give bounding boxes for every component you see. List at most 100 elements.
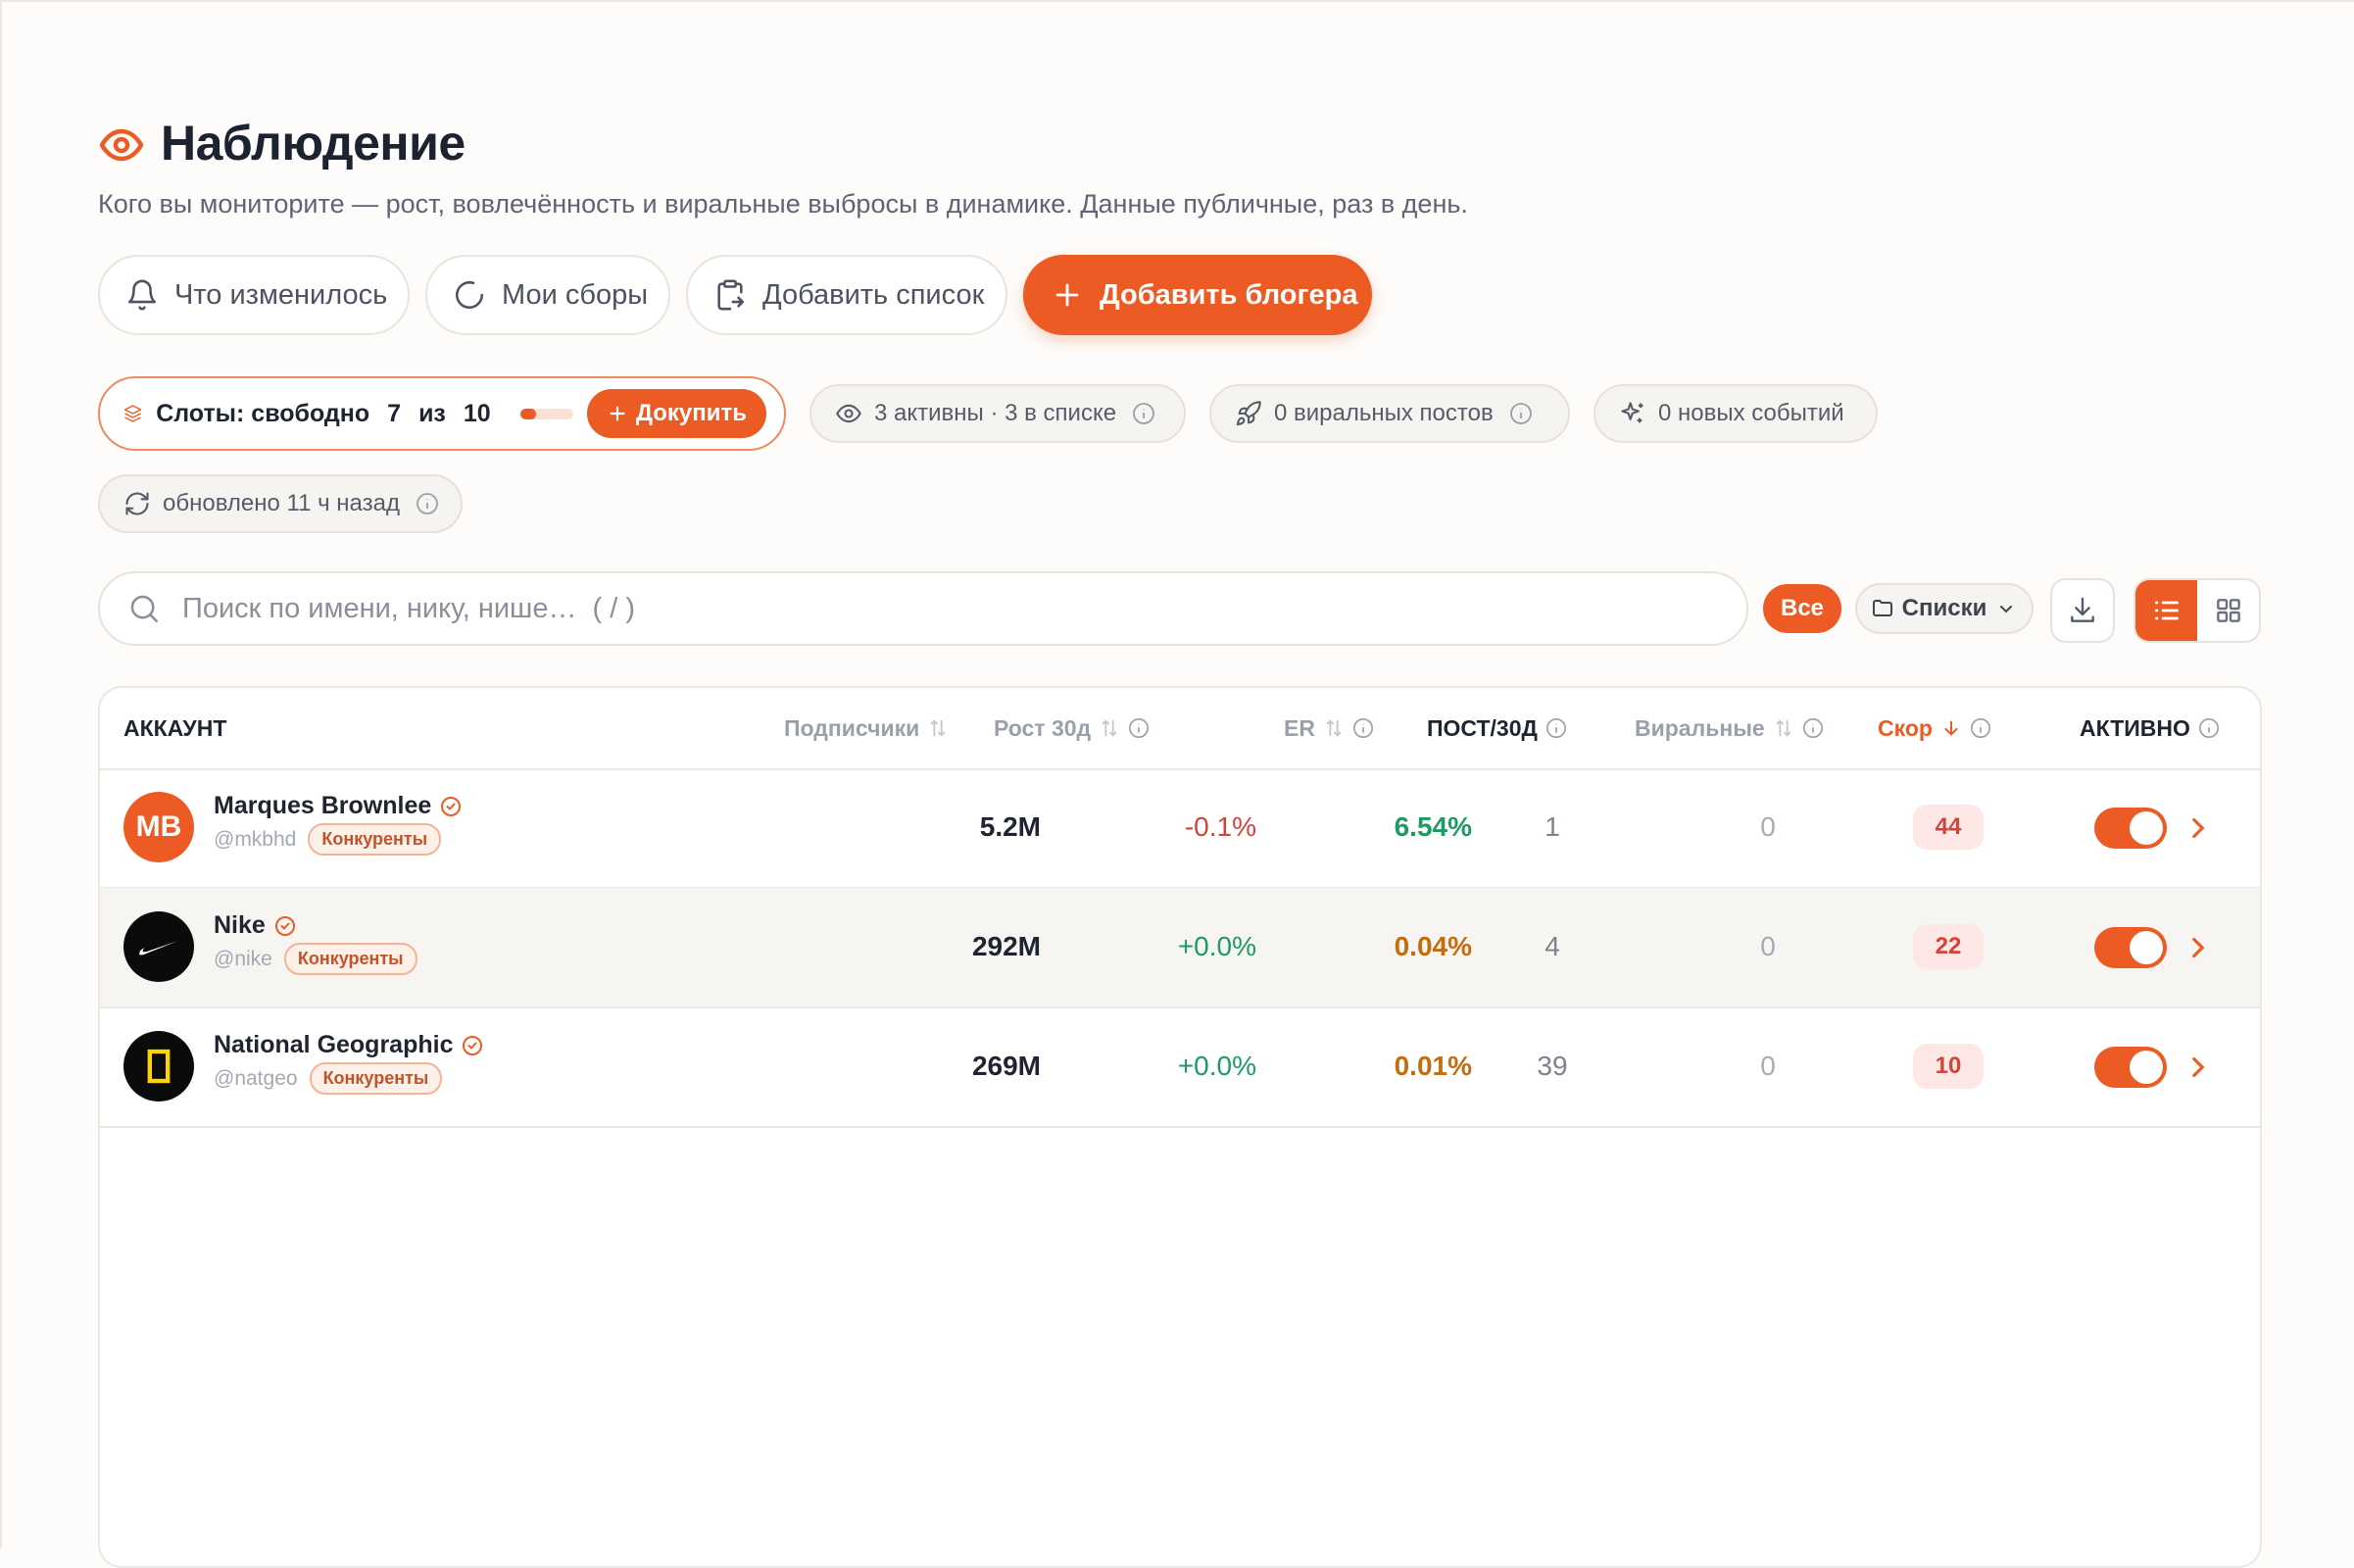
slots-progress-fill [519,408,536,419]
plus-icon [1051,278,1084,312]
clipboard-icon [713,278,747,312]
viral-value: 0 [1760,1050,1776,1081]
accounts-table: АККАУНТ Подписчики Рост 30д ER ПОСТ/30Д … [98,686,2262,1568]
posts-value: 4 [1545,930,1560,961]
info-icon[interactable] [2198,717,2220,739]
active-toggle[interactable] [2094,1047,2167,1088]
buy-slots-button[interactable]: Докупить [586,389,766,438]
search-input[interactable] [180,591,1719,626]
active-status-label: 3 активны · 3 в списке [874,400,1117,426]
col-account: АККАУНТ [123,688,226,768]
search-bar [98,571,1748,646]
slots-free: 7 [387,399,402,427]
er-value: 0.01% [1394,1050,1472,1081]
download-button[interactable] [2050,578,2115,643]
filter-all-chip[interactable]: Все [1763,584,1841,633]
account-name: Nike [214,911,297,940]
er-value: 6.54% [1394,810,1472,842]
table-header: АККАУНТ Подписчики Рост 30д ER ПОСТ/30Д … [100,688,2260,770]
account-name-text: Marques Brownlee [214,792,432,819]
add-blogger-label: Добавить блогера [1100,278,1358,311]
verified-icon [439,795,463,818]
active-toggle[interactable] [2094,808,2167,849]
col-followers-label: Подписчики [784,714,920,741]
add-list-button[interactable]: Добавить список [686,255,1007,335]
grid-view-icon [2213,595,2244,626]
download-icon [2067,595,2098,626]
col-viral[interactable]: Виральные [1635,688,1824,768]
list-view-icon [2151,595,2182,626]
score-badge: 44 [1913,804,1984,850]
col-score-label: Скор [1878,714,1933,741]
info-icon[interactable] [1545,717,1567,739]
col-score[interactable]: Скор [1878,688,1991,768]
score-cell: 10 [1899,1007,1997,1124]
sort-icon [1773,717,1794,739]
info-icon[interactable] [412,492,439,515]
eye-icon [835,400,862,427]
active-toggle[interactable] [2094,927,2167,968]
folder-icon [1871,597,1894,620]
sort-icon [1099,717,1120,739]
table-row[interactable]: National Geographic @natgeo Конкуренты 2… [100,1007,2260,1128]
account-handle: @mkbhd [214,827,297,851]
chevron-right-icon[interactable] [2182,931,2215,964]
col-account-label: АККАУНТ [123,714,227,741]
info-icon[interactable] [1128,717,1150,739]
grid-view-button[interactable] [2197,580,2259,641]
col-active-label: АКТИВНО [2080,714,2190,741]
what-changed-button[interactable]: Что изменилось [98,255,410,335]
sort-icon [927,717,949,739]
list-tag[interactable]: Конкуренты [309,1062,443,1095]
slots-progress-bar [519,408,573,419]
table-row[interactable]: MB Marques Brownlee @mkbhd Конкуренты 5.… [100,768,2260,889]
arrow-down-icon [1940,717,1962,739]
account-name-text: National Geographic [214,1031,454,1058]
account-name: Marques Brownlee [214,792,463,820]
score-badge: 10 [1913,1043,1984,1089]
info-icon[interactable] [1128,402,1155,425]
er-value: 0.04% [1394,930,1472,961]
page-title: Наблюдение [161,116,466,171]
avatar: MB [123,792,194,862]
lists-dropdown[interactable]: Списки [1855,583,2034,634]
nike-logo-icon [136,935,181,958]
table-row[interactable]: Nike @nike Конкуренты 292M +0.0% 0.04% 4… [100,888,2260,1008]
layers-icon [123,405,142,422]
list-view-button[interactable] [2135,580,2197,641]
natgeo-logo-icon [139,1047,178,1086]
page-subtitle: Кого вы мониторите — рост, вовлечённость… [98,189,1468,219]
col-viral-label: Виральные [1635,714,1765,741]
info-icon[interactable] [1802,717,1824,739]
col-followers[interactable]: Подписчики [784,688,949,768]
list-tag[interactable]: Конкуренты [283,943,417,975]
info-icon[interactable] [1352,717,1374,739]
info-icon[interactable] [1970,717,1991,739]
chevron-down-icon [1994,597,2018,620]
add-list-label: Добавить список [762,278,985,311]
score-badge: 22 [1913,923,1984,969]
loader-icon [453,278,486,312]
buy-slots-label: Докупить [635,400,747,426]
info-icon[interactable] [1505,402,1533,425]
what-changed-label: Что изменилось [174,278,388,311]
view-toggle [2133,578,2261,643]
col-er-label: ER [1284,714,1315,741]
eye-icon [98,122,145,169]
account-handle: @nike [214,947,272,970]
viral-status-pill: 0 виральных постов [1209,384,1570,443]
chevron-right-icon[interactable] [2182,811,2215,845]
col-er[interactable]: ER [1284,688,1374,768]
sort-icon [1323,717,1345,739]
slots-prefix: Слоты: свободно [156,399,370,427]
col-active: АКТИВНО [2080,688,2220,768]
list-tag[interactable]: Конкуренты [308,823,442,856]
add-blogger-button[interactable]: Добавить блогера [1023,255,1372,335]
col-growth[interactable]: Рост 30д [994,688,1150,768]
chevron-right-icon[interactable] [2182,1051,2215,1084]
avatar [123,911,194,982]
avatar [123,1031,194,1102]
my-collections-button[interactable]: Мои сборы [425,255,670,335]
slots-total: 10 [463,399,491,427]
account-name: National Geographic [214,1031,484,1059]
